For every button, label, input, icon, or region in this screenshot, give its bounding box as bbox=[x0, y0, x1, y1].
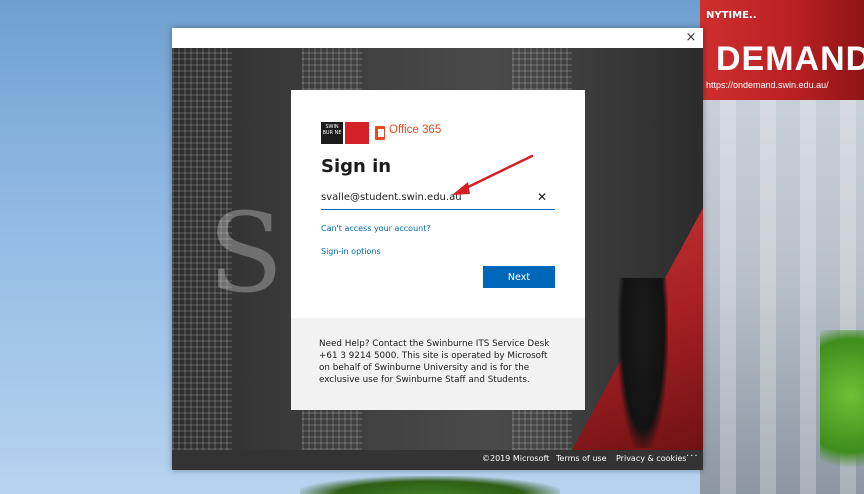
swinburne-logo-red-block bbox=[345, 122, 369, 144]
wallpaper-stripe bbox=[800, 100, 816, 494]
footer-copyright: ©2019 Microsoft bbox=[482, 454, 550, 463]
page-footer: ©2019 Microsoft Terms of use Privacy & c… bbox=[172, 450, 703, 470]
wallpaper-foliage bbox=[820, 330, 864, 494]
next-button[interactable]: Next bbox=[483, 266, 555, 288]
window-titlebar: × bbox=[172, 28, 703, 48]
wallpaper-stripe bbox=[760, 100, 776, 494]
footer-privacy-link[interactable]: Privacy & cookies bbox=[616, 454, 686, 463]
help-text: Need Help? Contact the Swinburne ITS Ser… bbox=[319, 339, 550, 385]
background-letter: S bbox=[208, 189, 284, 317]
footer-terms-link[interactable]: Terms of use bbox=[556, 454, 607, 463]
office-icon bbox=[375, 126, 385, 140]
footer-more-options-button[interactable]: ··· bbox=[686, 451, 699, 462]
window-close-button[interactable]: × bbox=[683, 30, 699, 46]
wallpaper-stripe bbox=[720, 100, 736, 494]
signin-window: × S SWIN BUR NE Office 365 Sign in ✕ Can… bbox=[172, 28, 703, 470]
wallpaper-banner-big: DEMAND bbox=[716, 40, 864, 78]
cant-access-account-link[interactable]: Can't access your account? bbox=[321, 224, 555, 233]
help-box: Need Help? Contact the Swinburne ITS Ser… bbox=[291, 318, 585, 410]
wallpaper-banner-url: https://ondemand.swin.edu.au/ bbox=[706, 80, 829, 90]
signin-card: SWIN BUR NE Office 365 Sign in ✕ Can't a… bbox=[291, 90, 585, 410]
swinburne-logo: SWIN BUR NE bbox=[321, 122, 343, 144]
wallpaper-foliage-bottom bbox=[300, 476, 560, 494]
annotation-arrow-icon bbox=[452, 154, 534, 195]
background-person bbox=[618, 278, 668, 448]
signin-options-link[interactable]: Sign-in options bbox=[321, 247, 555, 256]
wallpaper-banner-small: NYTIME.. bbox=[706, 10, 757, 21]
brand-logos: SWIN BUR NE Office 365 bbox=[321, 122, 555, 144]
office365-brand: Office 365 bbox=[389, 124, 442, 136]
